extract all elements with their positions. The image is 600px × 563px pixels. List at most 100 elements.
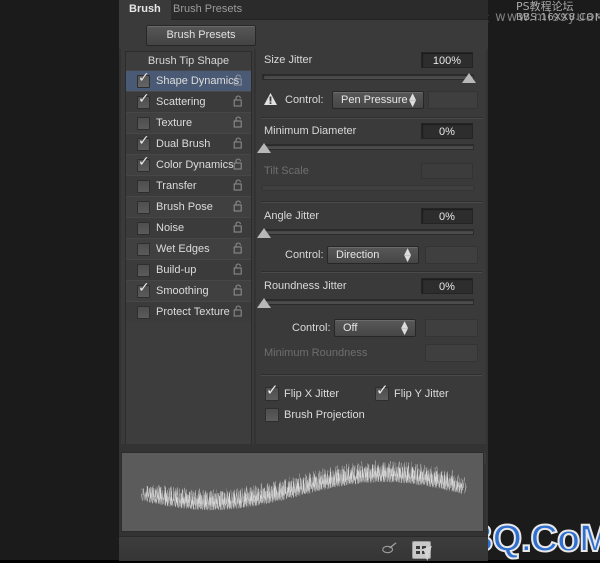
minimum-roundness-value xyxy=(425,344,478,362)
unlock-icon[interactable] xyxy=(233,179,244,191)
size-jitter-value[interactable]: 100% xyxy=(421,52,473,68)
brush-option-label: Transfer xyxy=(156,176,197,196)
panel-bottom-bar xyxy=(119,536,488,561)
watermark-top-right-line1: PS教程论坛 xyxy=(516,1,600,12)
brush-option-row[interactable]: Noise xyxy=(126,217,251,238)
panel-columns: Brush Tip Shape ✓ Shape Dynamics✓Scatteri… xyxy=(119,49,488,464)
check-icon: ✓ xyxy=(138,92,150,106)
angle-jitter-slider-thumb[interactable] xyxy=(257,228,271,238)
brush-option-label: Build-up xyxy=(156,260,196,280)
size-jitter-control-select[interactable]: Pen Pressure ▲▼ xyxy=(332,91,424,109)
brush-option-checkbox[interactable] xyxy=(137,180,150,193)
brush-option-row[interactable]: Brush Pose xyxy=(126,196,251,217)
check-icon: ✓ xyxy=(138,71,150,85)
flip-y-jitter-checkbox[interactable]: ✓ xyxy=(375,387,389,401)
brush-option-checkbox[interactable] xyxy=(137,201,150,214)
brush-stroke-preview xyxy=(121,452,484,532)
brush-option-label: Brush Pose xyxy=(156,197,213,217)
flip-y-jitter-label: Flip Y Jitter xyxy=(394,388,449,400)
chevron-updown-icon: ▲▼ xyxy=(401,322,408,336)
brush-option-label: Wet Edges xyxy=(156,239,210,259)
brush-options-list[interactable]: Brush Tip Shape ✓ Shape Dynamics✓Scatteri… xyxy=(125,51,252,462)
brush-option-checkbox[interactable] xyxy=(137,264,150,277)
brush-option-label: Color Dynamics xyxy=(156,155,234,175)
tab-brush-presets[interactable]: Brush Presets xyxy=(163,0,252,19)
roundness-jitter-control-select[interactable]: Off ▲▼ xyxy=(334,319,416,337)
brush-option-row[interactable]: ✓ Color Dynamics xyxy=(126,154,251,175)
panel-gap xyxy=(119,444,488,452)
size-jitter-control-extra xyxy=(428,91,478,109)
brush-option-checkbox[interactable]: ✓ xyxy=(137,75,150,88)
angle-jitter-slider[interactable] xyxy=(262,229,474,235)
shape-dynamics-settings: Size Jitter 100% Control: Pen Pressure ▲… xyxy=(256,49,486,464)
roundness-jitter-slider[interactable] xyxy=(262,299,474,305)
angle-jitter-value[interactable]: 0% xyxy=(421,208,473,224)
check-icon: ✓ xyxy=(138,134,150,148)
brush-option-checkbox[interactable]: ✓ xyxy=(137,138,150,151)
size-jitter-slider-thumb[interactable] xyxy=(462,73,476,83)
unlock-icon[interactable] xyxy=(233,200,244,212)
brush-option-label: Noise xyxy=(156,218,184,238)
brush-option-checkbox[interactable]: ✓ xyxy=(137,285,150,298)
brush-option-row[interactable]: Texture xyxy=(126,112,251,133)
brush-option-checkbox[interactable] xyxy=(137,306,150,319)
check-icon: ✓ xyxy=(138,155,150,169)
roundness-jitter-control-label: Control: xyxy=(292,322,331,334)
brush-option-checkbox[interactable]: ✓ xyxy=(137,159,150,172)
panel-tabbar: Brush Brush Presets xyxy=(119,0,488,20)
watermark-top-right-line2: BBS.16XX8.COM xyxy=(516,12,600,23)
flip-x-jitter-label: Flip X Jitter xyxy=(284,388,339,400)
unlock-icon[interactable] xyxy=(233,74,244,86)
brush-option-row[interactable]: ✓Dual Brush xyxy=(126,133,251,154)
unlock-icon[interactable] xyxy=(233,263,244,275)
unlock-icon[interactable] xyxy=(233,137,244,149)
brush-option-row[interactable]: Protect Texture xyxy=(126,301,251,322)
brush-option-row[interactable]: Build-up xyxy=(126,259,251,280)
tilt-scale-slider xyxy=(262,185,474,191)
brush-option-checkbox[interactable] xyxy=(137,243,150,256)
minimum-diameter-label: Minimum Diameter xyxy=(264,125,356,137)
unlock-icon[interactable] xyxy=(233,95,244,107)
minimum-diameter-value[interactable]: 0% xyxy=(421,123,473,139)
screenshot-root: 思缘设计论坛 www.missyuan.com PS教程论坛 BBS.16XX8… xyxy=(0,0,600,560)
brush-tip-shape-header[interactable]: Brush Tip Shape xyxy=(126,52,251,70)
size-jitter-control-value: Pen Pressure xyxy=(341,92,408,109)
unlock-icon[interactable] xyxy=(233,305,244,317)
brush-option-checkbox[interactable] xyxy=(137,222,150,235)
angle-jitter-control-extra xyxy=(425,246,478,264)
flip-x-jitter-checkbox[interactable]: ✓ xyxy=(265,387,279,401)
brush-option-row[interactable]: ✓ Shape Dynamics xyxy=(126,70,251,91)
size-jitter-label: Size Jitter xyxy=(264,54,312,66)
unlock-icon[interactable] xyxy=(233,242,244,254)
brush-option-row[interactable]: Transfer xyxy=(126,175,251,196)
brush-projection-checkbox[interactable] xyxy=(265,408,279,422)
roundness-jitter-slider-thumb[interactable] xyxy=(257,298,271,308)
brush-option-label: Shape Dynamics xyxy=(156,71,239,91)
roundness-jitter-label: Roundness Jitter xyxy=(264,280,347,292)
brush-option-row[interactable]: ✓Scattering xyxy=(126,91,251,112)
unlock-icon[interactable] xyxy=(233,116,244,128)
brush-presets-button[interactable]: Brush Presets xyxy=(146,25,256,46)
brush-option-row[interactable]: Wet Edges xyxy=(126,238,251,259)
angle-jitter-label: Angle Jitter xyxy=(264,210,319,222)
roundness-jitter-control-value: Off xyxy=(343,320,357,337)
watermark-top-right: PS教程论坛 BBS.16XX8.COM xyxy=(516,1,600,23)
brush-option-label: Protect Texture xyxy=(156,302,230,322)
unlock-icon[interactable] xyxy=(233,284,244,296)
brush-option-checkbox[interactable]: ✓ xyxy=(137,96,150,109)
minimum-diameter-slider-thumb[interactable] xyxy=(257,143,271,153)
unlock-icon[interactable] xyxy=(233,221,244,233)
check-icon: ✓ xyxy=(138,281,150,295)
brush-option-row[interactable]: ✓Smoothing xyxy=(126,280,251,301)
angle-jitter-control-select[interactable]: Direction ▲▼ xyxy=(327,246,419,264)
tilt-scale-value xyxy=(421,163,473,179)
new-brush-preset-icon[interactable] xyxy=(382,542,397,556)
minimum-diameter-slider[interactable] xyxy=(262,144,474,150)
angle-jitter-control-label: Control: xyxy=(285,249,324,261)
roundness-jitter-value[interactable]: 0% xyxy=(421,278,473,294)
brush-option-checkbox[interactable] xyxy=(137,117,150,130)
brush-option-label: Texture xyxy=(156,113,192,133)
unlock-icon[interactable] xyxy=(233,158,244,170)
size-jitter-slider[interactable] xyxy=(262,74,474,80)
check-icon: ✓ xyxy=(376,383,389,398)
